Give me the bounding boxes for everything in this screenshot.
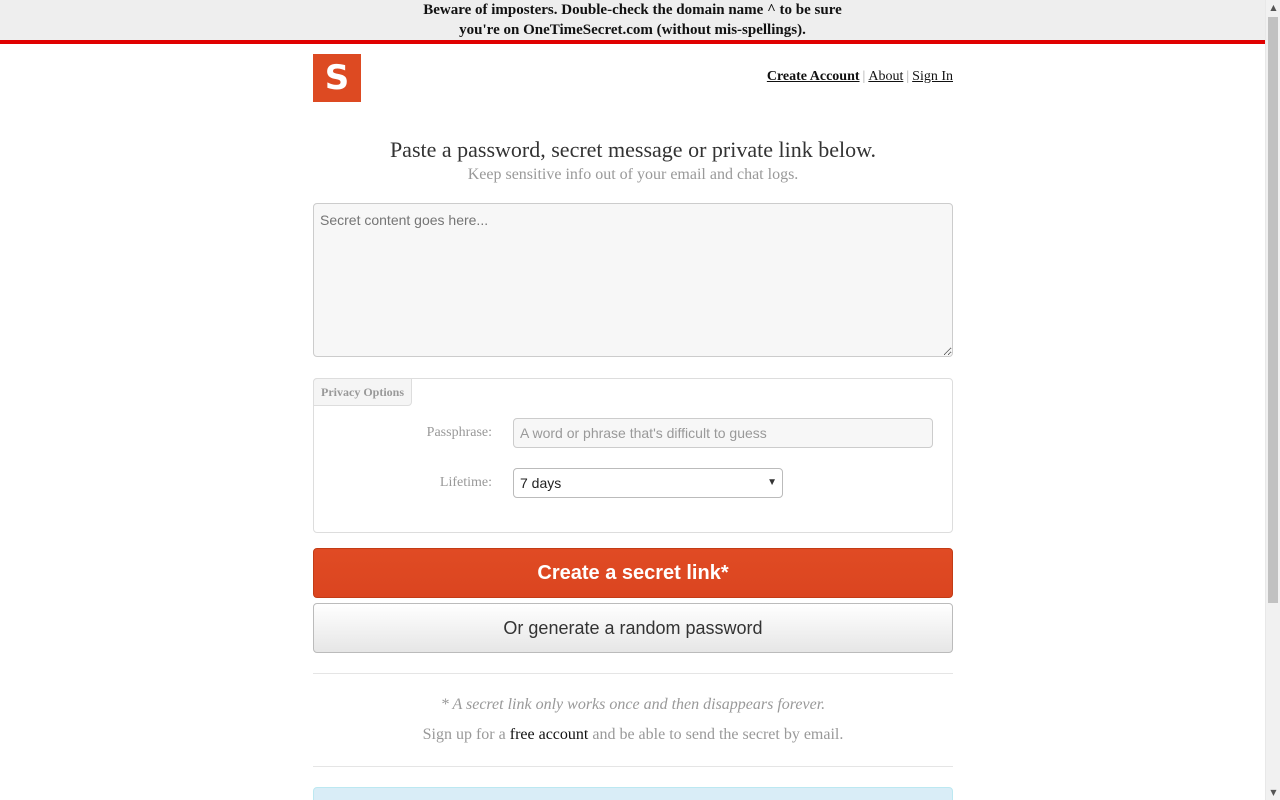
lifetime-select[interactable]: 7 days ▼ — [513, 468, 783, 498]
lifetime-value: 7 days — [520, 475, 562, 491]
footnote: * A secret link only works once and then… — [440, 696, 826, 713]
passphrase-row: Passphrase: A word or phrase that's diff… — [314, 418, 952, 448]
divider — [313, 673, 953, 674]
notice-line-1: Beware of imposters. Double-check the do… — [423, 2, 842, 18]
lifetime-row: Lifetime: 7 days ▼ — [314, 468, 952, 498]
vertical-scrollbar[interactable]: ▲ ▼ — [1265, 0, 1280, 800]
nav-separator: | — [862, 69, 866, 84]
main-container: S Create Account | About | Sign In Paste a p… — [313, 44, 953, 767]
passphrase-label: Passphrase: — [426, 425, 492, 440]
lifetime-label: Lifetime: — [439, 475, 492, 490]
header: S Create Account | About | Sign In — [313, 54, 953, 112]
passphrase-input[interactable]: A word or phrase that's difficult to gue… — [513, 418, 933, 448]
signup-prefix: Sign up for a — [422, 726, 506, 743]
privacy-options-panel: Privacy Options Passphrase: A word or ph… — [313, 378, 953, 533]
about-link[interactable]: About — [868, 69, 903, 84]
nav-separator: | — [906, 69, 910, 84]
create-account-link[interactable]: Create Account — [767, 69, 860, 84]
imposter-notice: Beware of imposters. Double-check the do… — [0, 0, 1265, 44]
page: Beware of imposters. Double-check the do… — [0, 0, 1265, 800]
page-subtitle: Keep sensitive info out of your email an… — [467, 166, 799, 183]
info-alert — [313, 787, 953, 800]
secret-content-input[interactable] — [313, 203, 953, 357]
top-nav: Create Account | About | Sign In — [767, 69, 953, 85]
chevron-down-icon: ▼ — [767, 477, 777, 488]
sign-in-link[interactable]: Sign In — [912, 69, 953, 84]
scroll-down-icon[interactable]: ▼ — [1266, 785, 1280, 800]
notice-line-2: you're on OneTimeSecret.com (without mis… — [459, 22, 806, 38]
scroll-up-icon[interactable]: ▲ — [1266, 0, 1280, 15]
privacy-options-tab[interactable]: Privacy Options — [313, 378, 412, 406]
signup-text: Sign up for a free account and be able t… — [313, 724, 953, 746]
create-secret-link-button[interactable]: Create a secret link* — [313, 548, 953, 598]
free-account-link[interactable]: free account — [510, 726, 589, 743]
generate-password-button[interactable]: Or generate a random password — [313, 603, 953, 653]
signup-suffix: and be able to send the secret by email. — [592, 726, 844, 743]
divider — [313, 766, 953, 767]
logo[interactable]: S — [313, 54, 361, 102]
scrollbar-thumb[interactable] — [1268, 17, 1278, 603]
page-title: Paste a password, secret message or priv… — [389, 137, 877, 162]
